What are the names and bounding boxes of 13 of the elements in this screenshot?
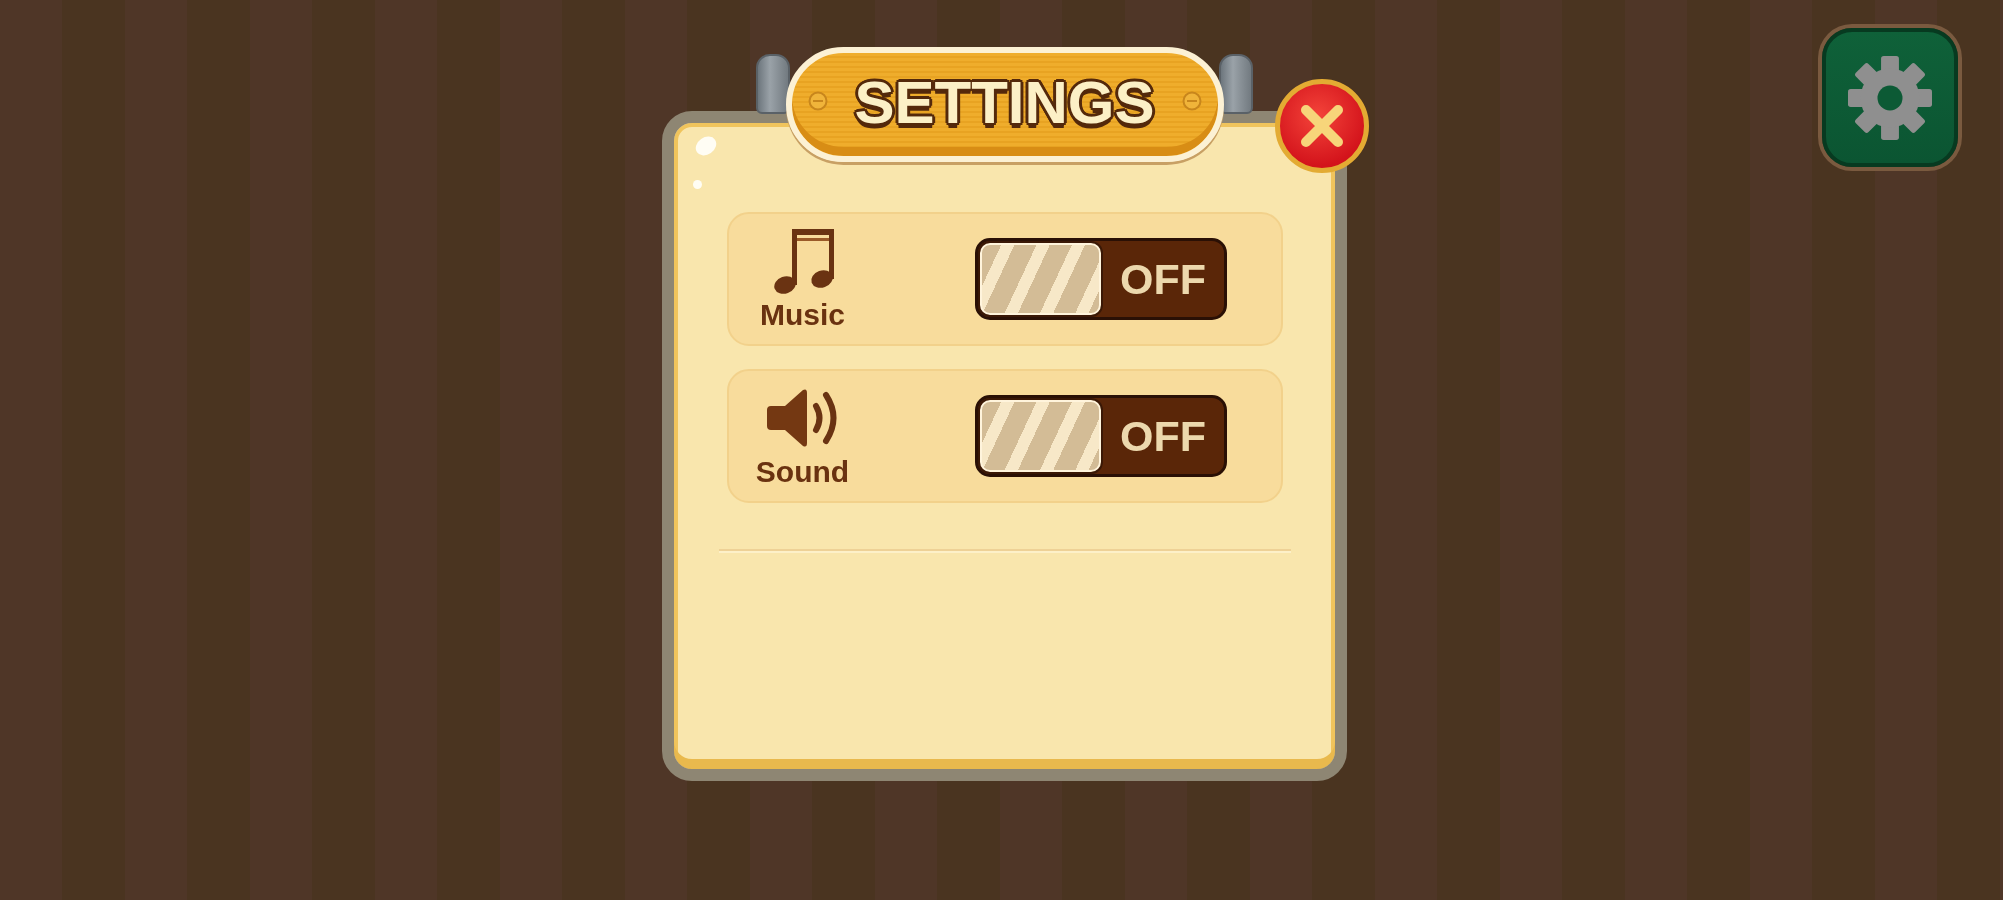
close-icon bbox=[1299, 103, 1345, 149]
shine-icon bbox=[693, 180, 702, 189]
hanger-clip bbox=[1219, 54, 1253, 114]
settings-icon bbox=[1848, 55, 1932, 140]
settings-title: SETTINGS bbox=[854, 72, 1155, 137]
screw-icon bbox=[1181, 91, 1202, 111]
shine-icon bbox=[694, 135, 718, 157]
toggle-switch[interactable]: OFF bbox=[974, 395, 1227, 477]
toggle-switch[interactable]: OFF bbox=[974, 238, 1227, 320]
setting-label: Music bbox=[760, 299, 845, 331]
setting-label: Sound bbox=[755, 456, 850, 488]
screw-icon bbox=[807, 91, 828, 111]
hanger-clip bbox=[756, 54, 790, 114]
